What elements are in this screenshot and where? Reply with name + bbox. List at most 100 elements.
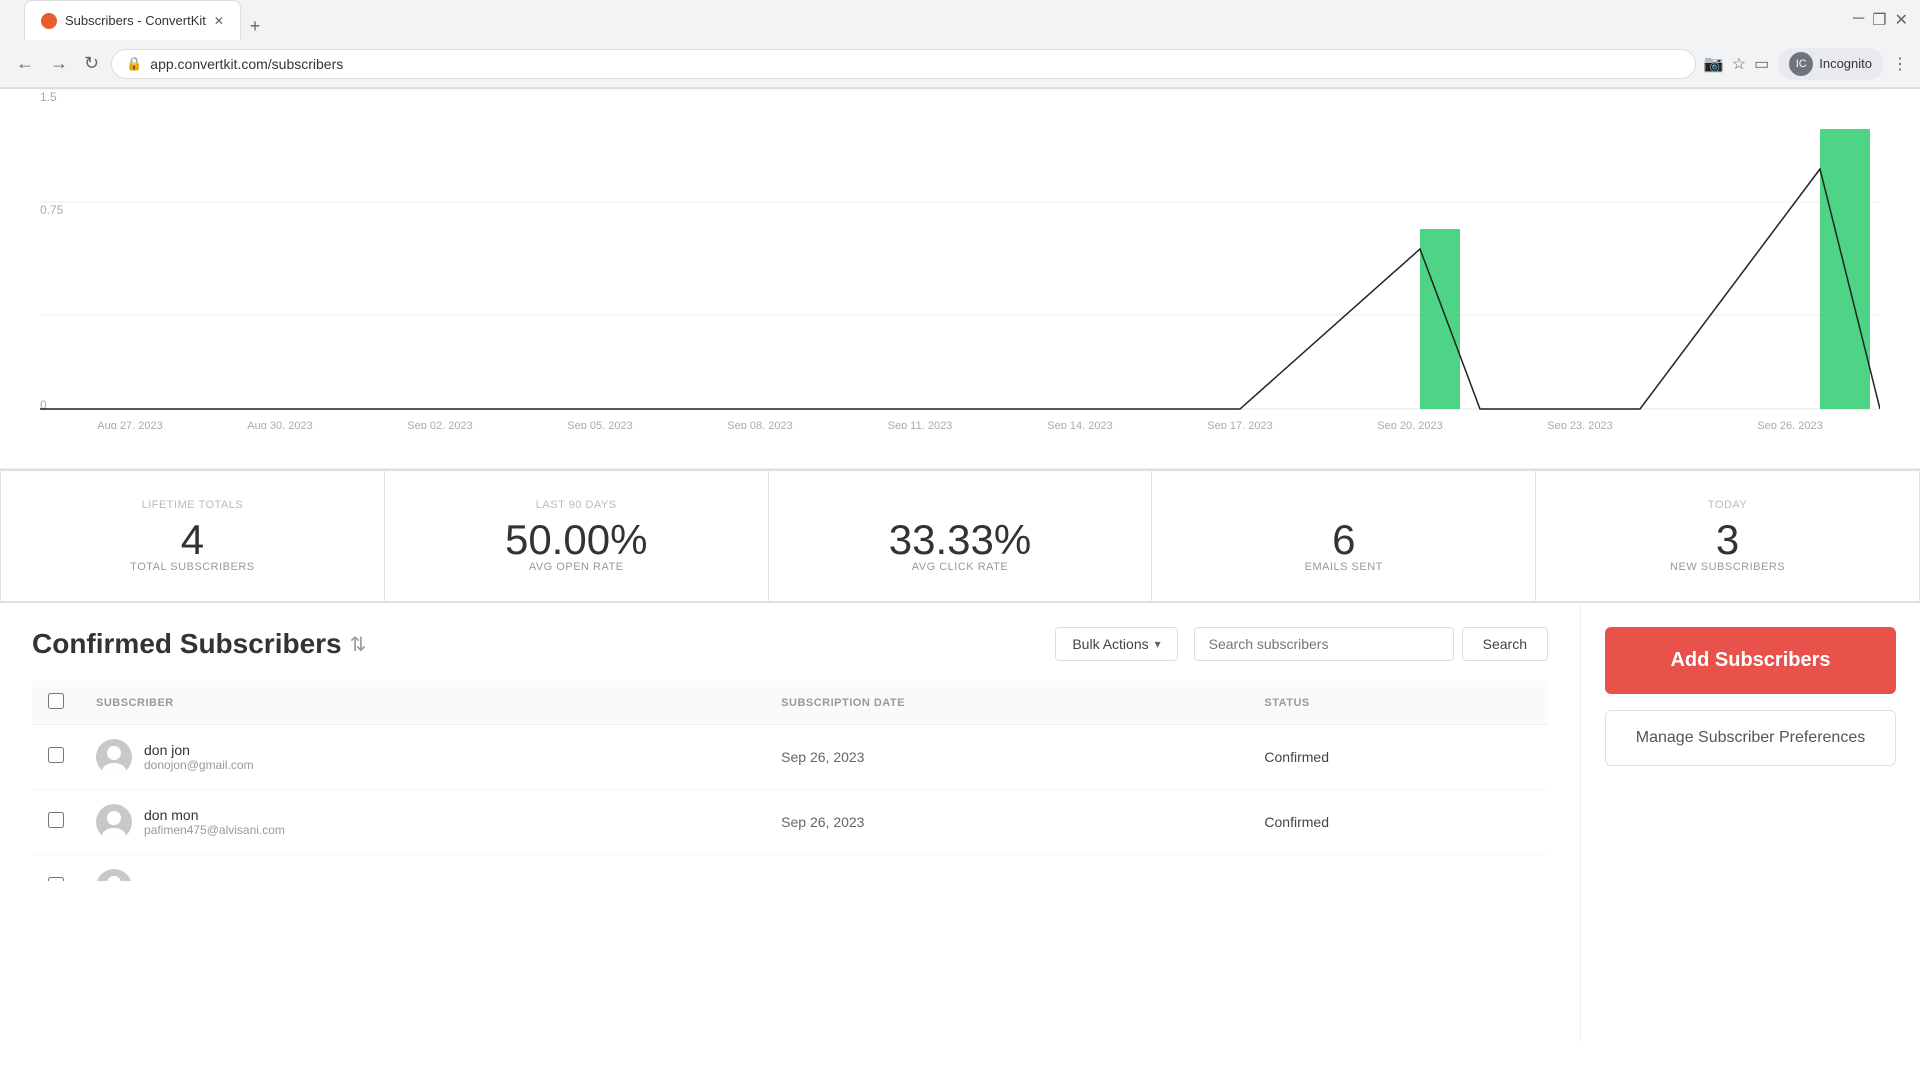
stats-bar: LIFETIME TOTALS 4 TOTAL SUBSCRIBERS LAST… [0, 470, 1920, 602]
svg-text:Sep 05, 2023: Sep 05, 2023 [567, 420, 632, 429]
title-bar: Subscribers - ConvertKit ✕ + ─ ❐ ✕ [0, 0, 1920, 40]
bottom-section: Confirmed Subscribers ⇅ Bulk Actions ▾ S… [0, 603, 1920, 1041]
search-button[interactable]: Search [1462, 627, 1548, 661]
row3-checkbox[interactable] [48, 877, 64, 882]
table-header: SUBSCRIBER SUBSCRIPTION DATE STATUS [32, 681, 1548, 725]
header-controls: Bulk Actions ▾ Search [1055, 627, 1548, 661]
maximize-button[interactable]: ❐ [1872, 10, 1886, 30]
last90-label: LAST 90 DAYS [536, 499, 617, 511]
row1-subscriber-cell: don jon donojon@gmail.com [80, 725, 765, 790]
browser-chrome: Subscribers - ConvertKit ✕ + ─ ❐ ✕ ← → ↻… [0, 0, 1920, 89]
right-sidebar: Add Subscribers Manage Subscriber Prefer… [1580, 603, 1920, 1041]
row2-date: Sep 26, 2023 [765, 790, 1248, 855]
subscriber-details: don jon donojon@gmail.com [144, 742, 254, 772]
row2-checkbox-cell [32, 790, 80, 855]
table-body: don jon donojon@gmail.com Sep 26, 2023 C… [32, 725, 1548, 882]
refresh-button[interactable]: ↻ [80, 49, 103, 78]
window-controls: ─ ❐ ✕ [1853, 10, 1908, 30]
total-subscribers-value: 4 [181, 519, 204, 561]
page-content: 1.5 0.75 0 Aug 27, 2023 Aug 30, 2023 Sep… [0, 89, 1920, 1041]
svg-text:Sep 08, 2023: Sep 08, 2023 [727, 420, 792, 429]
subscription-date-header: SUBSCRIPTION DATE [765, 681, 1248, 725]
today-section: TODAY 3 NEW SUBSCRIBERS [1536, 471, 1919, 601]
row1-date: Sep 26, 2023 [765, 725, 1248, 790]
row3-date [765, 855, 1248, 882]
row2-status: Confirmed [1248, 790, 1548, 855]
subscriber-name: don don [144, 879, 195, 881]
bulk-actions-button[interactable]: Bulk Actions ▾ [1055, 627, 1177, 661]
row1-checkbox[interactable] [48, 747, 64, 763]
row3-subscriber-cell: don don [80, 855, 765, 882]
subscriber-info: don mon pafimen475@alvisani.com [96, 804, 749, 840]
total-subscribers-label: TOTAL SUBSCRIBERS [130, 561, 254, 573]
avatar: IC [1789, 52, 1813, 76]
emails-sent-value: 6 [1332, 519, 1355, 561]
subscriber-name: don jon [144, 742, 254, 758]
camera-icon[interactable]: 📷 [1704, 54, 1724, 74]
incognito-badge[interactable]: IC Incognito [1777, 48, 1884, 80]
subscriber-name: don mon [144, 807, 285, 823]
emails-sent-label: EMAILS SENT [1305, 561, 1383, 573]
menu-icon[interactable]: ⋮ [1892, 54, 1908, 74]
new-subscribers-value: 3 [1716, 519, 1739, 561]
search-area: Search [1194, 627, 1548, 661]
sort-icon[interactable]: ⇅ [350, 632, 367, 657]
lifetime-label: LIFETIME TOTALS [142, 499, 244, 511]
row3-checkbox-cell [32, 855, 80, 882]
bulk-actions-label: Bulk Actions [1072, 636, 1148, 652]
minimize-button[interactable]: ─ [1853, 10, 1864, 30]
toolbar-icons: 📷 ☆ ▭ IC Incognito ⋮ [1704, 48, 1908, 80]
today-label: TODAY [1708, 499, 1747, 511]
back-button[interactable]: ← [12, 49, 38, 78]
subscriber-details: don don [144, 879, 195, 881]
sidebar-icon[interactable]: ▭ [1754, 54, 1769, 74]
chart-area: 1.5 0.75 0 Aug 27, 2023 Aug 30, 2023 Sep… [0, 89, 1920, 469]
svg-text:Sep 26, 2023: Sep 26, 2023 [1757, 420, 1822, 429]
select-all-checkbox[interactable] [48, 693, 64, 709]
manage-preferences-button[interactable]: Manage Subscriber Preferences [1605, 710, 1896, 766]
row1-checkbox-cell [32, 725, 80, 790]
search-input[interactable] [1194, 627, 1454, 661]
lifetime-totals-section: LIFETIME TOTALS 4 TOTAL SUBSCRIBERS [1, 471, 385, 601]
address-bar[interactable]: 🔒 app.convertkit.com/subscribers [111, 49, 1696, 79]
svg-text:Sep 02, 2023: Sep 02, 2023 [407, 420, 472, 429]
emails-sent-section: - 6 EMAILS SENT [1152, 471, 1536, 601]
subscriber-avatar [96, 869, 132, 881]
new-tab-button[interactable]: + [241, 12, 269, 40]
add-subscribers-button[interactable]: Add Subscribers [1605, 627, 1896, 694]
close-tab-button[interactable]: ✕ [214, 14, 224, 28]
browser-toolbar: ← → ↻ 🔒 app.convertkit.com/subscribers 📷… [0, 40, 1920, 88]
section-title-group: Confirmed Subscribers ⇅ [32, 628, 366, 660]
row2-checkbox[interactable] [48, 812, 64, 828]
svg-text:Sep 14, 2023: Sep 14, 2023 [1047, 420, 1112, 429]
avatar-icon [96, 804, 132, 840]
subscriber-email: donojon@gmail.com [144, 758, 254, 772]
avatar-icon [96, 739, 132, 775]
avg-click-value: 33.33% [889, 519, 1031, 561]
subscribers-chart: 1.5 0.75 0 Aug 27, 2023 Aug 30, 2023 Sep… [40, 89, 1880, 429]
avg-click-section: - 33.33% AVG CLICK RATE [769, 471, 1153, 601]
avg-open-label: AVG OPEN RATE [529, 561, 624, 573]
chevron-down-icon: ▾ [1155, 637, 1161, 651]
forward-button[interactable]: → [46, 49, 72, 78]
avg-open-value: 50.00% [505, 519, 647, 561]
svg-text:Sep 11, 2023: Sep 11, 2023 [888, 420, 953, 429]
svg-text:Sep 17, 2023: Sep 17, 2023 [1207, 420, 1272, 429]
svg-text:Aug 27, 2023: Aug 27, 2023 [97, 420, 162, 429]
subscriber-avatar [96, 804, 132, 840]
new-subscribers-label: NEW SUBSCRIBERS [1670, 561, 1785, 573]
avg-open-section: LAST 90 DAYS 50.00% AVG OPEN RATE [385, 471, 769, 601]
active-tab[interactable]: Subscribers - ConvertKit ✕ [24, 0, 241, 40]
address-text: app.convertkit.com/subscribers [150, 56, 1681, 72]
subscriber-email: pafimen475@alvisani.com [144, 823, 285, 837]
avatar-icon [96, 869, 132, 881]
window-close-button[interactable]: ✕ [1895, 10, 1908, 30]
svg-text:0: 0 [40, 398, 47, 412]
subscriber-details: don mon pafimen475@alvisani.com [144, 807, 285, 837]
subscriber-header: SUBSCRIBER [80, 681, 765, 725]
section-header: Confirmed Subscribers ⇅ Bulk Actions ▾ S… [32, 627, 1548, 661]
lock-icon: 🔒 [126, 56, 142, 72]
table-row: don mon pafimen475@alvisani.com Sep 26, … [32, 790, 1548, 855]
status-header: STATUS [1248, 681, 1548, 725]
bookmark-icon[interactable]: ☆ [1732, 54, 1746, 74]
